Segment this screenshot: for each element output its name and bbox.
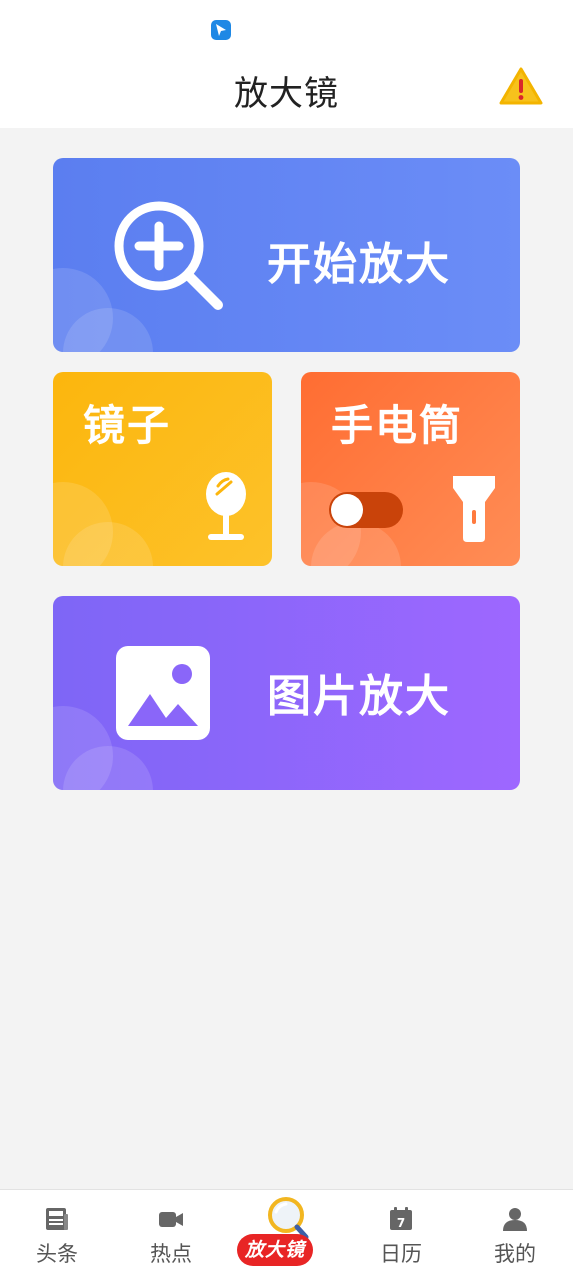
tab-label: 热点 [150, 1242, 192, 1266]
image-zoom-card[interactable]: 图片放大 [53, 596, 520, 790]
warning-icon[interactable] [499, 66, 543, 106]
newspaper-icon [46, 1208, 68, 1230]
flashlight-toggle[interactable] [329, 492, 403, 528]
mirror-label: 镜子 [83, 401, 172, 450]
tab-headlines[interactable]: 头条 [0, 1190, 114, 1277]
calendar-icon: 7 [390, 1207, 412, 1230]
tab-label: 我的 [494, 1242, 536, 1266]
page-title: 放大镜 [234, 74, 339, 114]
mirror-card[interactable]: 镜子 [53, 372, 272, 566]
tab-hot[interactable]: 热点 [114, 1190, 228, 1277]
hand-mirror-icon [206, 472, 246, 540]
tab-label-badge: 放大镜 [237, 1234, 313, 1266]
start-zoom-card[interactable]: 开始放大 [53, 158, 520, 352]
tab-label: 头条 [36, 1242, 78, 1266]
start-zoom-label: 开始放大 [267, 239, 451, 290]
image-zoom-label: 图片放大 [267, 671, 451, 722]
notification-app-icon [211, 20, 231, 40]
tab-calendar[interactable]: 7 日历 [344, 1190, 458, 1277]
toggle-knob [331, 494, 363, 526]
image-icon [116, 646, 210, 740]
video-camera-icon [159, 1212, 183, 1227]
tab-magnifier[interactable]: 放大镜 [229, 1190, 343, 1277]
tab-profile[interactable]: 我的 [458, 1190, 572, 1277]
flashlight-icon [453, 476, 495, 542]
person-icon [503, 1208, 527, 1231]
calendar-day-number: 7 [397, 1216, 405, 1230]
magnifier-plus-icon [114, 201, 223, 310]
bottom-tab-bar: 头条 热点 放大镜 7 日历 我的 [0, 1189, 573, 1277]
app-header: 放大镜 [0, 52, 573, 128]
tab-label: 日历 [380, 1242, 422, 1266]
flashlight-card[interactable]: 手电筒 [301, 372, 520, 566]
status-bar [0, 0, 573, 52]
flashlight-label: 手电筒 [331, 401, 464, 450]
